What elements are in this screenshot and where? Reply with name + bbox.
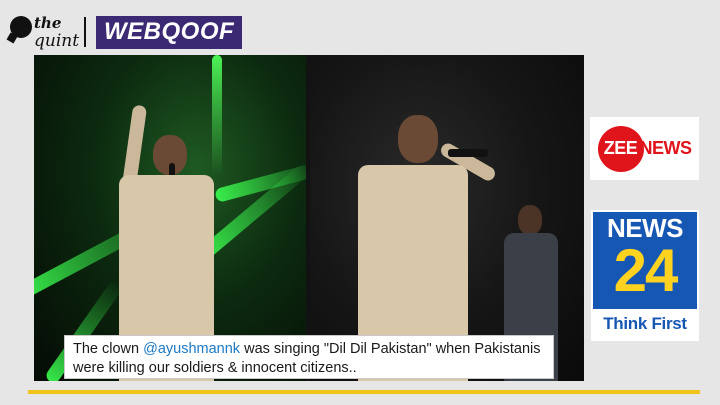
- microphone: [448, 149, 488, 157]
- brand-header: the quint WEBQOOF: [10, 14, 243, 51]
- tweet-handle-link[interactable]: @ayushmannk: [143, 341, 240, 357]
- tweet-line-2: were killing our soldiers & innocent cit…: [73, 360, 357, 376]
- zee-logo-circle: ZEE: [597, 125, 644, 172]
- singer-head: [398, 115, 438, 163]
- news24-logo: NEWS 24 Think First: [591, 210, 699, 341]
- quint-logo-bottom-text: quint: [34, 31, 80, 51]
- tweet-text: was singing "Dil Dil Pakistan" when Paki…: [240, 341, 541, 357]
- tweet-prefix: The clown: [73, 341, 144, 357]
- brand-divider: [84, 17, 86, 47]
- background-person-head: [518, 205, 542, 235]
- accent-bar: [28, 390, 700, 394]
- speech-bubble-icon: [10, 16, 32, 38]
- webqoof-logo: WEBQOOF: [96, 15, 243, 49]
- news24-number-text: 24: [613, 237, 679, 304]
- news24-tagline: Think First: [593, 309, 697, 339]
- zee-news-logo: ZEE NEWS: [590, 117, 699, 180]
- the-quint-logo: the quint: [10, 14, 79, 51]
- video-frame-left: [34, 55, 306, 381]
- quint-logo-top-text: the: [34, 14, 62, 32]
- tweet-caption: The clown @ayushmannk was singing "Dil D…: [64, 335, 554, 379]
- video-screenshot: [34, 55, 584, 381]
- tweet-line-1: The clown @ayushmannk was singing "Dil D…: [73, 340, 545, 359]
- zee-logo-news-text: NEWS: [639, 138, 693, 158]
- video-frame-right: [310, 55, 584, 381]
